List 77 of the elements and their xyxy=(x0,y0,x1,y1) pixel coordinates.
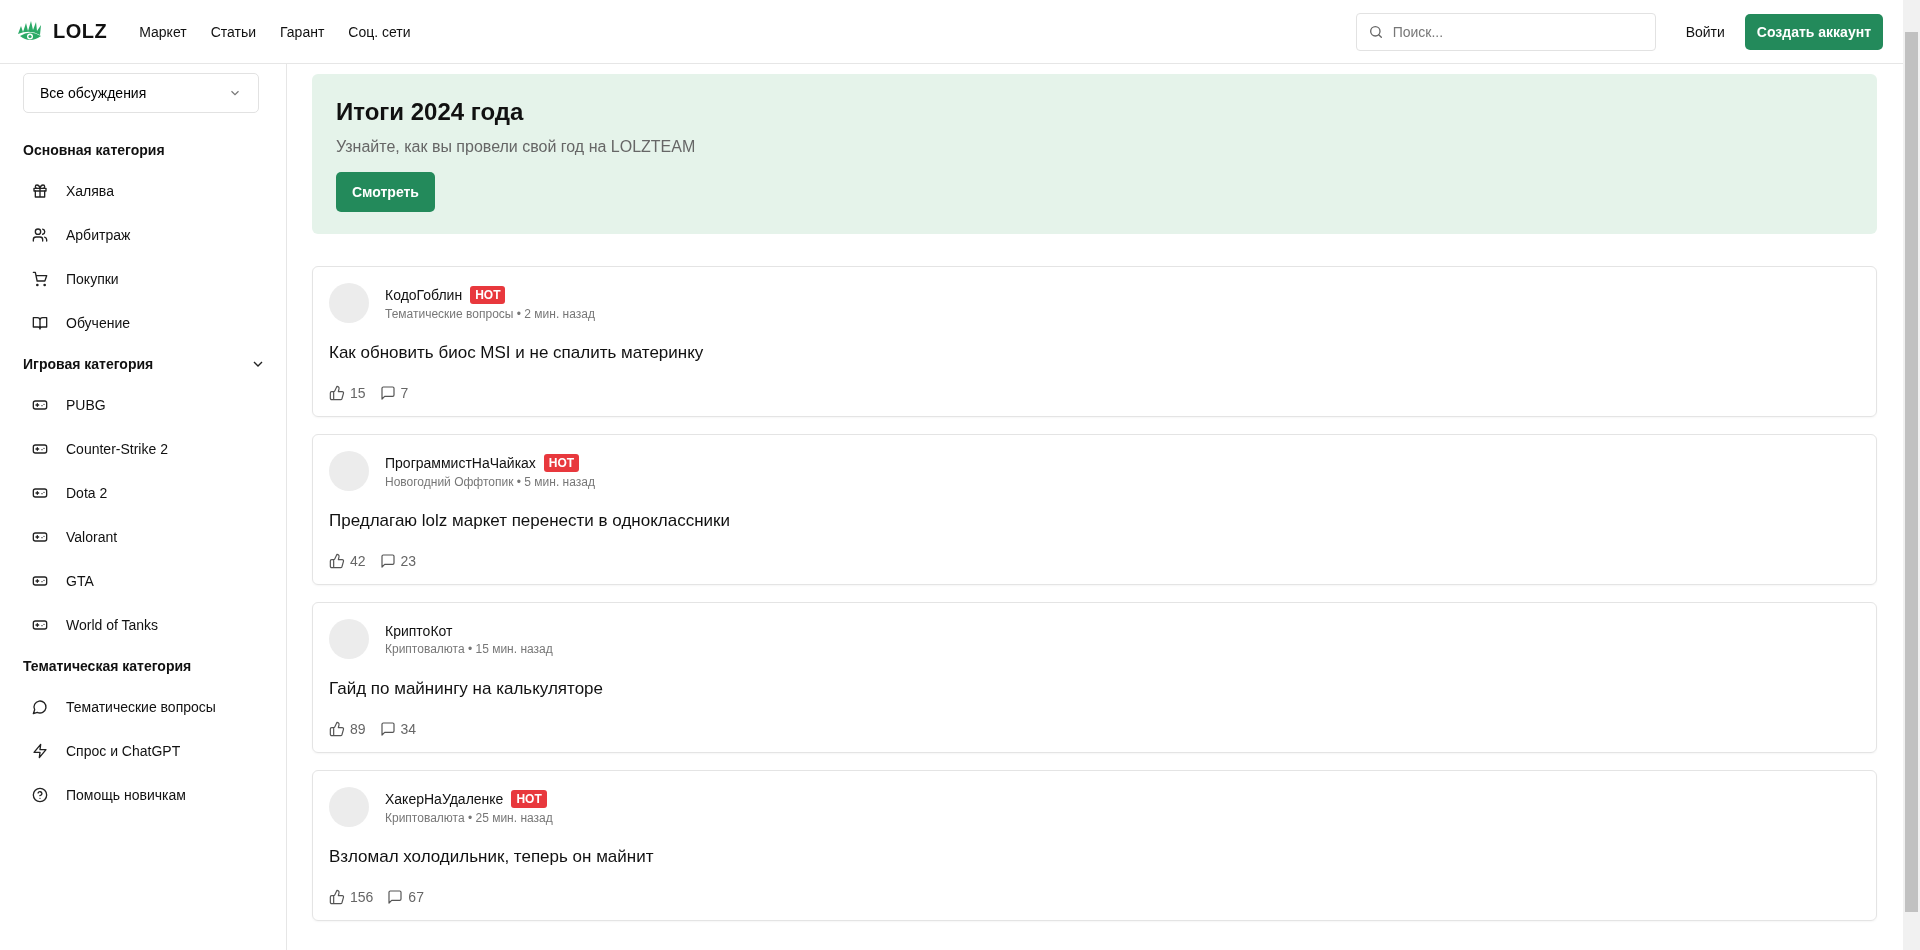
post-card[interactable]: ПрограммистНаЧайках HOT Новогодний Оффтопик • 5 мин. назад Предлагаю lolz маркет перенести в одноклассники 42 23 xyxy=(312,434,1877,585)
post-meta: Криптовалюта • 15 мин. назад xyxy=(385,641,553,656)
comments-button[interactable]: 23 xyxy=(379,553,417,569)
comments-button[interactable]: 67 xyxy=(387,889,424,905)
nav-link[interactable]: Гарант xyxy=(280,23,325,40)
comment-icon xyxy=(387,889,404,905)
hot-badge: HOT xyxy=(511,789,547,808)
logo-text[interactable]: LOLZ xyxy=(53,20,108,43)
sidebar-item[interactable]: PUBG xyxy=(23,383,266,427)
post-title[interactable]: Гайд по майнингу на калькуляторе xyxy=(329,679,1860,699)
banner-title: Итоги 2024 года xyxy=(336,98,525,126)
lightning-icon xyxy=(32,743,48,759)
like-button[interactable]: 156 xyxy=(329,889,374,905)
section-title: Игровая категория xyxy=(23,356,154,372)
like-button[interactable]: 42 xyxy=(329,553,366,569)
filter-dropdown[interactable]: Все обсуждения xyxy=(23,73,259,113)
search-field[interactable]: Поиск... xyxy=(1355,12,1656,51)
post-title[interactable]: Взломал холодильник, теперь он майнит xyxy=(329,847,1860,867)
watch-button[interactable]: Смотреть xyxy=(336,172,435,212)
sidebar-item[interactable]: Обучение xyxy=(23,301,266,345)
section-title: Тематическая категория xyxy=(23,658,192,674)
author-name[interactable]: КриптоКот xyxy=(385,622,453,639)
post-meta: Криптовалюта • 25 мин. назад xyxy=(385,810,553,825)
post-title[interactable]: Предлагаю lolz маркет перенести в одноклассники xyxy=(329,511,1860,531)
sidebar-item[interactable]: GTA xyxy=(23,559,266,603)
users-icon xyxy=(32,227,48,243)
gamepad-icon xyxy=(32,529,48,545)
comment-icon xyxy=(379,553,396,569)
like-button[interactable]: 89 xyxy=(329,721,366,737)
sidebar-item[interactable]: Помощь новичкам xyxy=(23,773,266,817)
nav-link[interactable]: Соц. сети xyxy=(348,23,411,40)
hot-badge: HOT xyxy=(543,453,580,472)
sidebar-item[interactable]: Dota 2 xyxy=(23,471,266,515)
sidebar-item[interactable]: Valorant xyxy=(23,515,266,559)
post-meta: Новогодний Оффтопик • 5 мин. назад xyxy=(385,474,595,489)
nav-link[interactable]: Статьи xyxy=(210,23,256,40)
post-card[interactable]: КриптоКот Криптовалюта • 15 мин. назад Гайд по майнингу на калькуляторе 89 34 xyxy=(312,602,1877,753)
sidebar-item[interactable]: Спрос и ChatGPT xyxy=(23,729,266,773)
sidebar-item[interactable]: World of Tanks xyxy=(23,603,266,647)
sidebar-item[interactable]: Counter-Strike 2 xyxy=(23,427,266,471)
section-title: Основная категория xyxy=(23,142,165,158)
thumbs-up-icon xyxy=(329,889,345,905)
scrollbar[interactable] xyxy=(1903,0,1920,950)
comment-icon xyxy=(379,385,396,401)
sidebar-item[interactable]: Халява xyxy=(23,169,266,213)
thumbs-up-icon xyxy=(329,721,345,737)
thumbs-up-icon xyxy=(329,553,345,569)
banner-subtitle: Узнайте, как вы провели свой год на LOLZTEAM xyxy=(336,138,697,156)
like-button[interactable]: 15 xyxy=(329,385,366,401)
gamepad-icon xyxy=(32,397,48,413)
comments-button[interactable]: 7 xyxy=(379,385,409,401)
post-card[interactable]: ХакерНаУдаленке HOT Криптовалюта • 25 мин. назад Взломал холодильник, теперь он майнит 156 67 xyxy=(312,770,1877,921)
thumbs-up-icon xyxy=(329,385,345,401)
sidebar-item[interactable]: Арбитраж xyxy=(23,213,266,257)
gamepad-icon xyxy=(32,617,48,633)
gamepad-icon xyxy=(32,485,48,501)
cart-icon xyxy=(32,271,48,287)
comment-icon xyxy=(379,721,396,737)
sidebar-item[interactable]: Покупки xyxy=(23,257,266,301)
comments-button[interactable]: 34 xyxy=(379,721,417,737)
signup-button[interactable]: Создать аккаунт xyxy=(1744,13,1883,50)
sidebar-item[interactable]: Тематические вопросы xyxy=(23,685,266,729)
nav-link[interactable]: Маркет xyxy=(139,23,187,40)
gamepad-icon xyxy=(32,573,48,589)
book-icon xyxy=(32,315,48,331)
speech-bubble-icon xyxy=(32,699,48,715)
help-icon xyxy=(32,787,48,803)
author-name[interactable]: ХакерНаУдаленке xyxy=(385,790,504,807)
gamepad-icon xyxy=(32,441,48,457)
post-meta: Тематические вопросы • 2 мин. назад xyxy=(385,306,595,321)
post-card[interactable]: КодоГоблин HOT Тематические вопросы • 2 мин. назад Как обновить биос MSI и не спалить материнку 15 7 xyxy=(312,266,1877,417)
login-link[interactable]: Войти xyxy=(1685,23,1725,40)
author-name[interactable]: ПрограммистНаЧайках xyxy=(385,454,536,471)
gift-icon xyxy=(32,183,48,199)
author-name[interactable]: КодоГоблин xyxy=(385,286,463,303)
hot-badge: HOT xyxy=(470,285,506,304)
post-title[interactable]: Как обновить биос MSI и не спалить материнку xyxy=(329,343,1860,363)
